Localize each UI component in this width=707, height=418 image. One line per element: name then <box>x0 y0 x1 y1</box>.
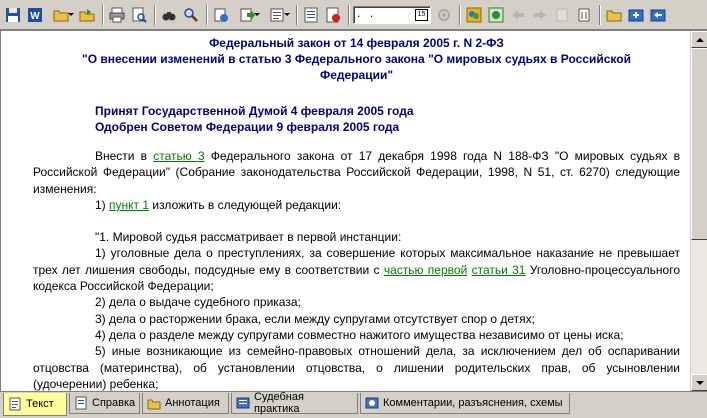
toolbar-separator <box>296 4 298 25</box>
export-icon[interactable] <box>77 5 97 25</box>
toolbar-separator <box>102 4 104 25</box>
list-view-icon[interactable] <box>301 5 321 25</box>
scroll-up-button[interactable] <box>691 31 707 48</box>
paragraph: 3) дела о расторжении брака, если между … <box>95 311 535 326</box>
link-article-3[interactable]: статью 3 <box>153 149 204 163</box>
search-icon[interactable] <box>181 5 201 25</box>
back-icon[interactable] <box>508 5 528 25</box>
word-icon[interactable]: W <box>25 5 45 25</box>
paragraph: Внести в статью 3 Федерального закона от… <box>33 148 680 197</box>
tab-label: Судебная практика <box>254 391 304 415</box>
paragraph: "1. Мировой судья рассматривает в первой… <box>95 230 402 245</box>
list-icon[interactable] <box>552 5 572 25</box>
tab-label: Текст <box>26 398 54 410</box>
paragraph: 1) уголовные дела о преступлениях, за со… <box>33 245 680 294</box>
tab-comments[interactable]: Комментарии, разъяснения, схемы <box>360 393 570 414</box>
scroll-down-button[interactable] <box>691 374 707 391</box>
link-point-1[interactable]: пункт 1 <box>109 198 149 212</box>
paragraph: 4) дела о разделе между супругами совмес… <box>95 327 624 342</box>
paragraph: 5) иные возникающие из семейно-правовых … <box>33 344 680 391</box>
vertical-scrollbar[interactable] <box>690 31 707 391</box>
comments-icon <box>365 396 379 410</box>
approved-by-council: Одобрен Советом Федерации 9 февраля 2005… <box>95 120 400 134</box>
toolbar-separator <box>459 4 461 25</box>
settings-icon[interactable] <box>434 5 454 25</box>
info-page-icon <box>74 396 88 410</box>
toolbar-separator <box>154 4 156 25</box>
text: изложить в следующей редакции: <box>149 197 342 212</box>
paragraph: 2) дела о выдаче судебного приказа; <box>95 295 301 310</box>
title-line: Федеральный закон от 14 февраля 2005 г. … <box>209 36 504 50</box>
folder-icon[interactable] <box>604 5 624 25</box>
svg-text:W: W <box>30 11 40 22</box>
bottom-tabs: Текст Справка Аннотация Судебная практик… <box>0 391 707 418</box>
preview-icon[interactable] <box>129 5 149 25</box>
document-pane: Федеральный закон от 14 февраля 2005 г. … <box>0 30 707 392</box>
add-icon[interactable] <box>626 5 646 25</box>
text-page-icon <box>8 397 22 411</box>
tab-label: Аннотация <box>165 397 220 409</box>
adoption-info: Принят Государственной Думой 4 февраля 2… <box>33 103 680 135</box>
copy-to-icon[interactable] <box>211 5 231 25</box>
date-field-value: . . <box>356 9 376 20</box>
print-icon[interactable] <box>107 5 127 25</box>
toolbar-separator <box>599 4 601 25</box>
save-icon[interactable] <box>3 5 23 25</box>
toolbar: W . . 15 <box>0 0 707 30</box>
attach-icon[interactable] <box>574 5 594 25</box>
open-folder-icon[interactable] <box>47 5 75 25</box>
text: 1) <box>95 197 110 212</box>
document-status-icon[interactable] <box>486 5 506 25</box>
scroll-thumb[interactable] <box>691 48 707 240</box>
arrow-down-icon <box>695 380 704 385</box>
tab-annotation[interactable]: Аннотация <box>142 393 229 414</box>
document-icon[interactable] <box>263 5 291 25</box>
send-to-icon[interactable] <box>233 5 261 25</box>
date-field[interactable]: . . 15 <box>353 5 431 24</box>
toolbar-separator <box>206 4 208 25</box>
calendar-icon[interactable]: 15 <box>415 8 428 21</box>
document-content: Федеральный закон от 14 февраля 2005 г. … <box>1 31 690 391</box>
document-title: Федеральный закон от 14 февраля 2005 г. … <box>33 35 680 83</box>
court-practice-icon <box>236 396 250 410</box>
stop-icon[interactable] <box>323 5 343 25</box>
status-icon[interactable] <box>464 5 484 25</box>
title-line: Федерации" <box>319 68 394 82</box>
tab-label: Комментарии, разъяснения, схемы <box>383 397 563 409</box>
paragraph: 1) пункт 1 изложить в следующей редакции… <box>33 197 680 213</box>
tab-court-practice[interactable]: Судебная практика <box>231 391 358 415</box>
document-body: Внести в статью 3 Федерального закона от… <box>33 148 680 391</box>
folder-annotation-icon <box>147 396 161 410</box>
tab-label: Справка <box>92 397 136 409</box>
toolbar-separator <box>348 4 350 25</box>
link-part-one[interactable]: частью первой <box>384 263 467 277</box>
text: Внести в <box>95 149 154 163</box>
title-line: "О внесении изменений в статью 3 Федерал… <box>82 52 631 66</box>
tab-info[interactable]: Справка <box>69 393 140 414</box>
find-icon[interactable] <box>159 5 179 25</box>
save-list-icon[interactable] <box>648 5 668 25</box>
arrow-up-icon <box>695 37 704 42</box>
forward-icon[interactable] <box>530 5 550 25</box>
adopted-by-duma: Принят Государственной Думой 4 февраля 2… <box>95 104 414 118</box>
link-article-31[interactable]: статьи 31 <box>472 263 526 277</box>
tab-text[interactable]: Текст <box>3 393 67 416</box>
